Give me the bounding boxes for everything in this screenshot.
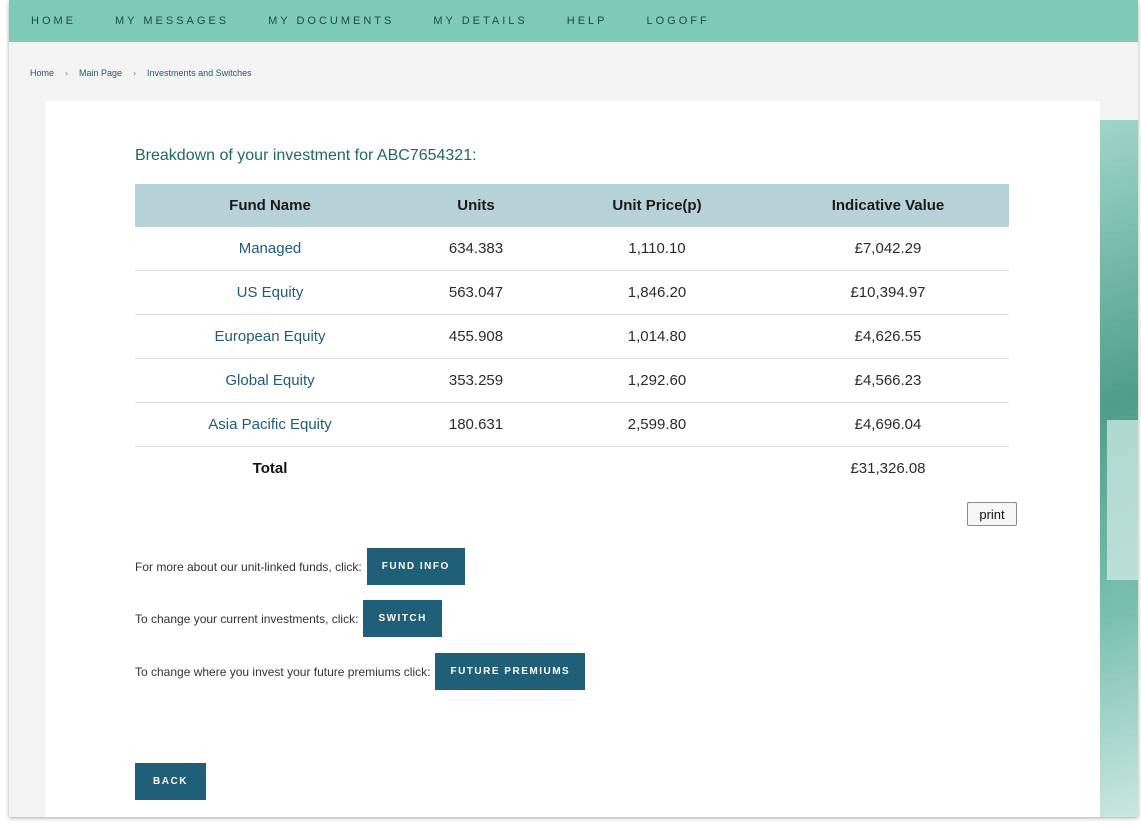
page-title: Breakdown of your investment for ABC7654…	[135, 147, 477, 164]
future-premiums-text: To change where you invest your future p…	[135, 664, 431, 679]
table-row: US Equity 563.047 1,846.20 £10,394.97	[135, 270, 1009, 315]
table-row: Global Equity 353.259 1,292.60 £4,566.23	[135, 358, 1009, 403]
back-button[interactable]: BACK	[135, 763, 206, 800]
fund-name-link[interactable]: Global Equity	[135, 358, 405, 403]
fund-unit-price: 1,110.10	[547, 227, 767, 271]
future-premiums-button[interactable]: FUTURE PREMIUMS	[435, 653, 586, 690]
header-units: Units	[405, 184, 547, 227]
nav-my-details[interactable]: MY DETAILS	[433, 15, 527, 27]
fund-unit-price: 1,292.60	[547, 358, 767, 403]
fund-units: 634.383	[405, 227, 547, 271]
total-price-empty	[547, 447, 767, 491]
fund-name-link[interactable]: Asia Pacific Equity	[135, 402, 405, 447]
total-value: £31,326.08	[850, 460, 926, 477]
breadcrumb-separator: ›	[65, 68, 69, 78]
table-row: Managed 634.383 1,110.10 £7,042.29	[135, 227, 1009, 271]
table-row: European Equity 455.908 1,014.80 £4,626.…	[135, 314, 1009, 359]
content-card: Breakdown of your investment for ABC7654…	[45, 101, 1100, 817]
nav-home[interactable]: HOME	[31, 15, 76, 27]
nav-my-messages[interactable]: MY MESSAGES	[115, 15, 229, 27]
fund-indicative-value: £4,566.23	[767, 358, 1009, 403]
total-units-empty	[405, 447, 547, 491]
fund-indicative-value: £4,696.04	[767, 402, 1009, 447]
breadcrumb-main-page[interactable]: Main Page	[79, 68, 122, 78]
fund-info-text: For more about our unit-linked funds, cl…	[135, 559, 362, 574]
switch-button[interactable]: SWITCH	[363, 600, 442, 637]
fund-unit-price: 2,599.80	[547, 402, 767, 447]
fund-indicative-value: £10,394.97	[767, 270, 1009, 315]
table-total-row: Total £31,326.08	[135, 447, 1009, 491]
fund-units: 455.908	[405, 314, 547, 359]
header-indicative-value: Indicative Value	[767, 184, 1009, 227]
fund-units: 353.259	[405, 358, 547, 403]
breadcrumb-separator: ›	[133, 68, 137, 78]
future-premiums-row: To change where you invest your future p…	[135, 653, 586, 690]
switch-text: To change your current investments, clic…	[135, 611, 359, 626]
fund-unit-price: 1,846.20	[547, 270, 767, 315]
fund-units: 563.047	[405, 270, 547, 315]
table-header-row: Fund Name Units Unit Price(p) Indicative…	[135, 184, 1009, 227]
header-fund-name: Fund Name	[135, 184, 405, 227]
fund-name-link[interactable]: European Equity	[135, 314, 405, 359]
nav-my-documents[interactable]: MY DOCUMENTS	[268, 15, 394, 27]
switch-row: To change your current investments, clic…	[135, 600, 442, 637]
print-button[interactable]: print	[967, 502, 1017, 526]
breadcrumb-home[interactable]: Home	[30, 68, 54, 78]
nav-help[interactable]: HELP	[567, 15, 608, 27]
fund-indicative-value: £7,042.29	[767, 227, 1009, 271]
fund-info-button[interactable]: FUND INFO	[366, 548, 465, 585]
total-label: Total	[252, 460, 288, 477]
investment-breakdown-table: Fund Name Units Unit Price(p) Indicative…	[135, 184, 1009, 490]
background-decoration-highlight	[1107, 420, 1138, 580]
browser-page: HOME MY MESSAGES MY DOCUMENTS MY DETAILS…	[9, 0, 1138, 817]
top-navigation: HOME MY MESSAGES MY DOCUMENTS MY DETAILS…	[9, 0, 1138, 42]
fund-info-row: For more about our unit-linked funds, cl…	[135, 548, 465, 585]
fund-name-link[interactable]: Managed	[135, 227, 405, 271]
fund-units: 180.631	[405, 402, 547, 447]
header-unit-price: Unit Price(p)	[547, 184, 767, 227]
fund-indicative-value: £4,626.55	[767, 314, 1009, 359]
fund-unit-price: 1,014.80	[547, 314, 767, 359]
breadcrumb-investments-and-switches[interactable]: Investments and Switches	[147, 68, 252, 78]
table-row: Asia Pacific Equity 180.631 2,599.80 £4,…	[135, 402, 1009, 447]
nav-logoff[interactable]: LOGOFF	[647, 15, 710, 27]
fund-name-link[interactable]: US Equity	[135, 270, 405, 315]
breadcrumb: Home › Main Page › Investments and Switc…	[30, 68, 252, 78]
